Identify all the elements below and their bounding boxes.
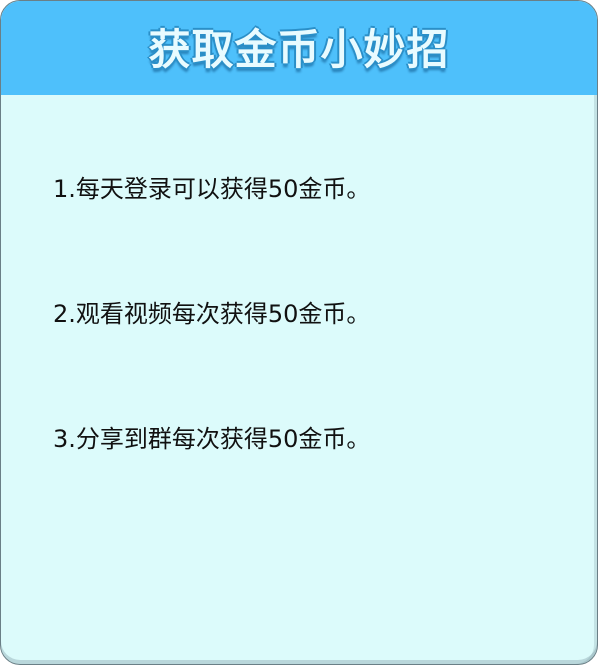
tip-item-login: 1.每天登录可以获得50金币。 [53,175,371,203]
tip-item-share-group: 3.分享到群每次获得50金币。 [53,425,371,453]
card-title: 获取金币小妙招 [148,24,450,74]
tips-card: 获取金币小妙招 1.每天登录可以获得50金币。 2.观看视频每次获得50金币。 … [0,0,598,665]
tip-item-watch-video: 2.观看视频每次获得50金币。 [53,300,371,328]
card-header: 获取金币小妙招 [1,1,597,95]
